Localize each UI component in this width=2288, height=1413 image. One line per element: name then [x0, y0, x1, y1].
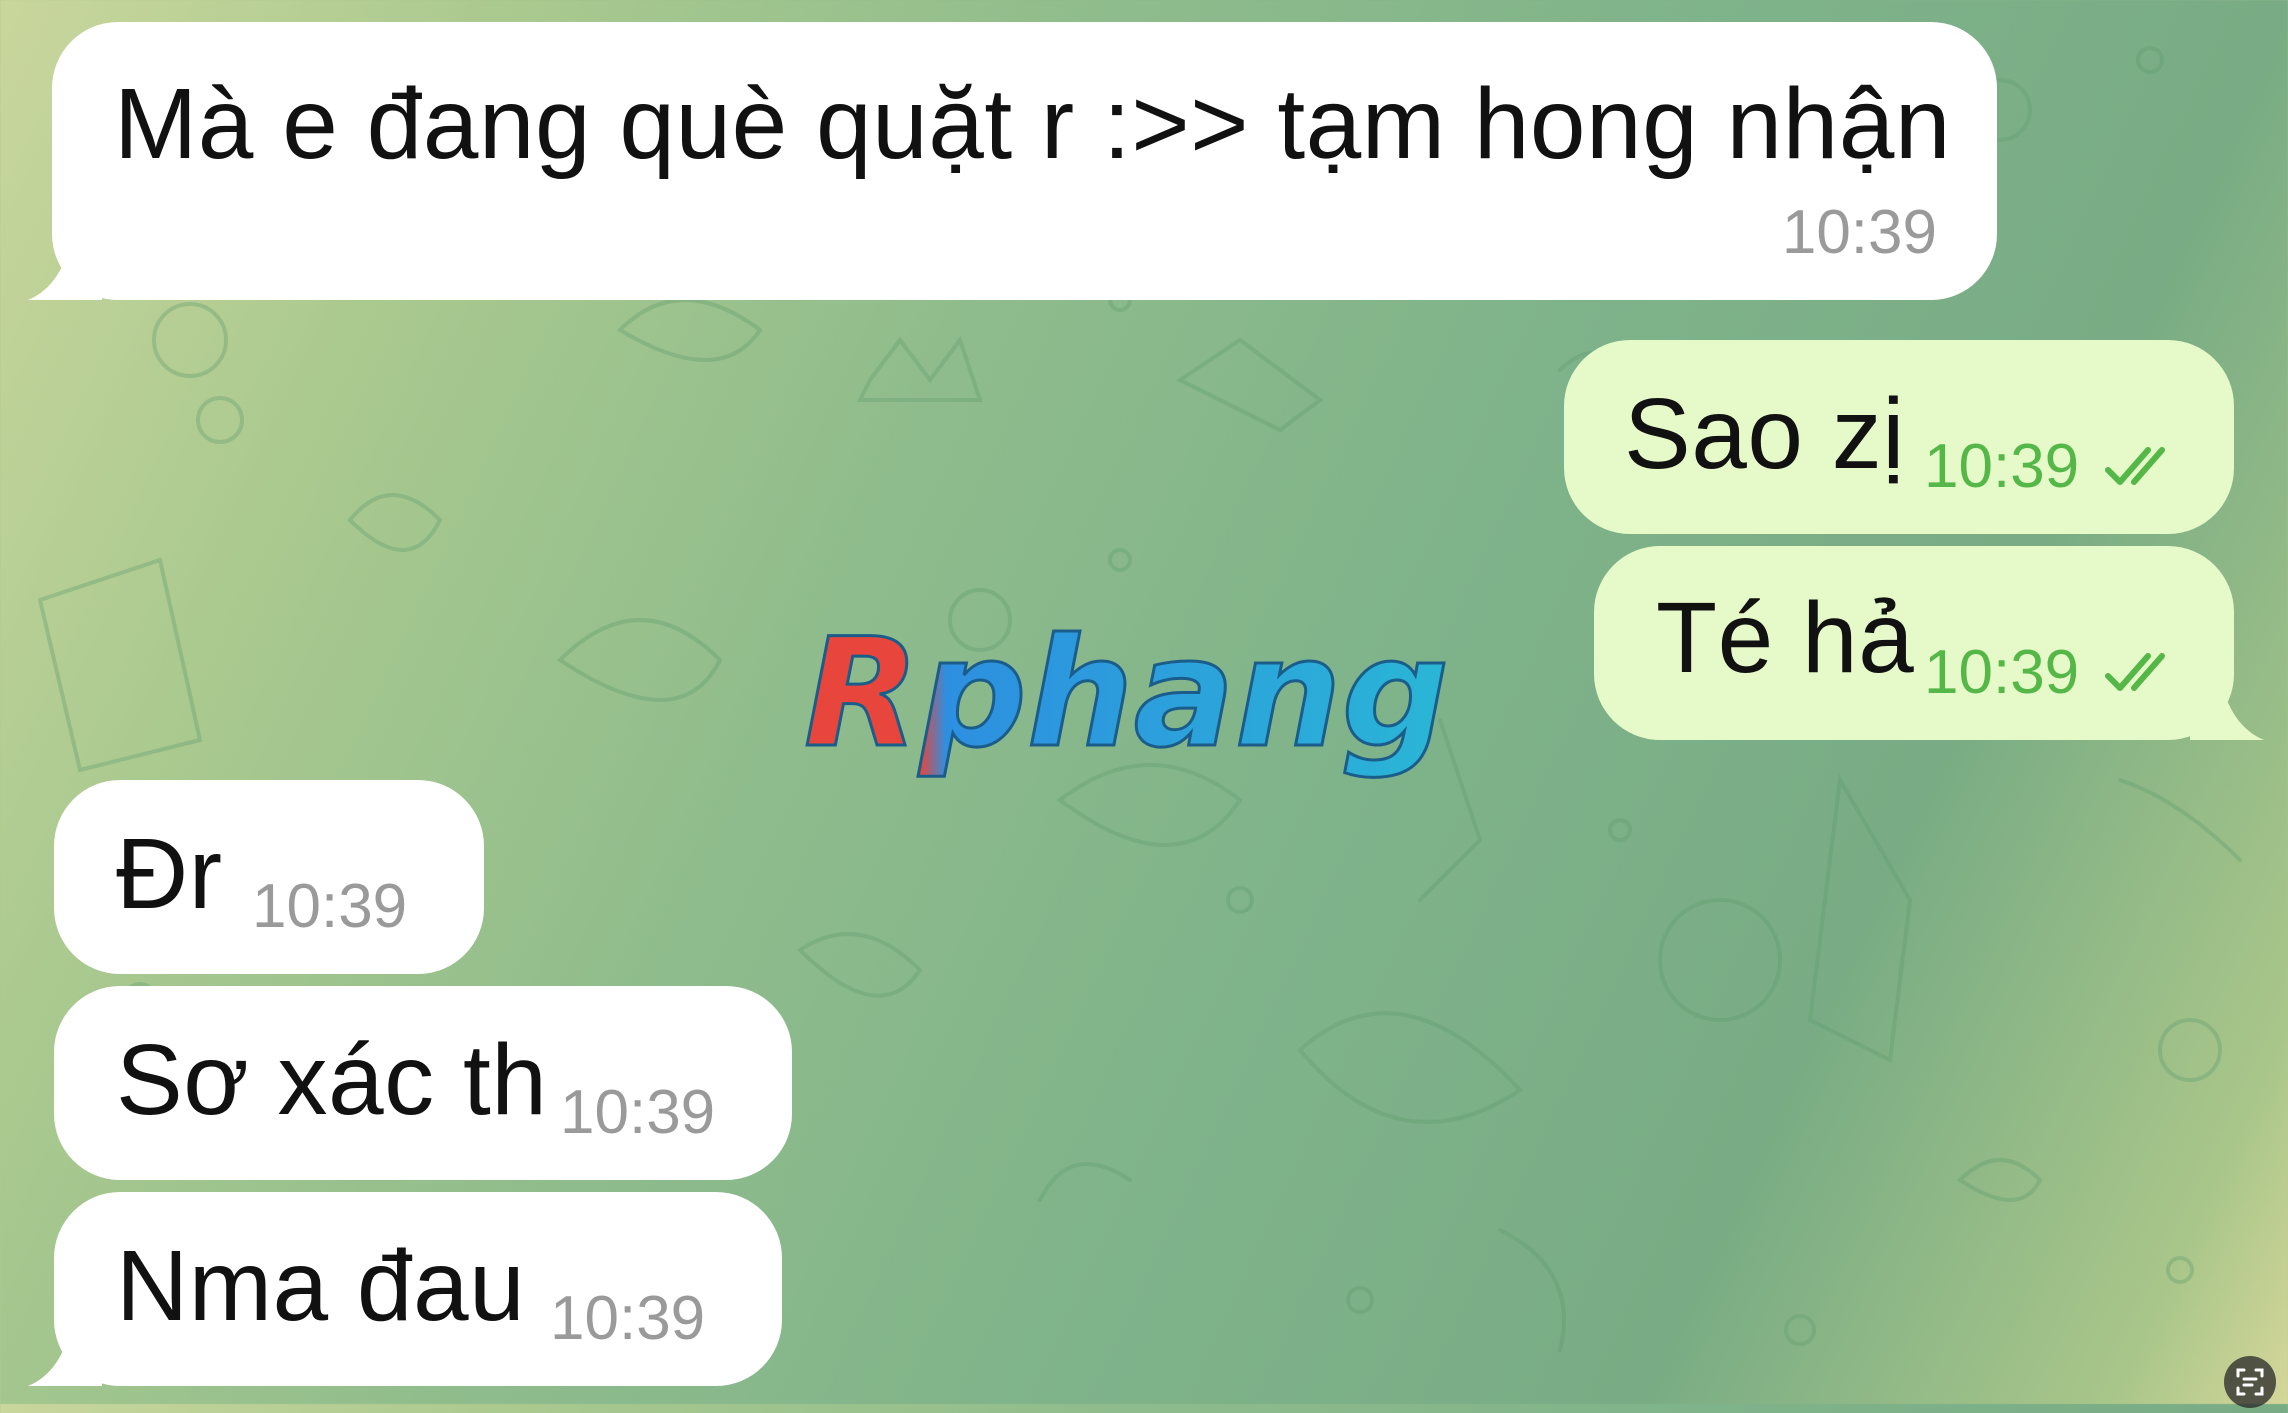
double-check-icon	[2105, 447, 2165, 485]
bubble-tail	[28, 236, 102, 300]
scan-text-button[interactable]	[2224, 1356, 2276, 1408]
message-time: 10:39	[252, 872, 408, 941]
message-time: 10:39	[1924, 638, 2080, 707]
message-text: Mà e đang què quặt r :>> tạm hong nhận	[114, 68, 1952, 180]
watermark-text: Rphang	[804, 607, 1449, 781]
message-time: 10:39	[550, 1284, 706, 1353]
watermark-logo: Rphang	[803, 606, 1451, 783]
bubble-tail	[28, 1322, 102, 1386]
bubble-tail	[2190, 676, 2264, 740]
message-bubble-incoming[interactable]: Sơ xác th 10:39	[54, 986, 792, 1180]
message-time: 10:39	[560, 1078, 716, 1147]
double-check-icon	[2105, 653, 2165, 691]
message-time: 10:39	[1781, 198, 1937, 267]
message-text: Đr	[116, 818, 223, 930]
message-time: 10:39	[1924, 432, 2080, 501]
scan-text-icon	[2236, 1368, 2264, 1396]
message-bubble-outgoing[interactable]: Sao zị 10:39	[1564, 340, 2234, 534]
message-bubble-incoming[interactable]: Nma đau 10:39	[54, 1192, 782, 1386]
message-bubble-incoming[interactable]: Đr 10:39	[54, 780, 484, 974]
message-text: Nma đau	[116, 1230, 526, 1342]
message-text: Sao zị	[1624, 378, 1905, 490]
message-text: Sơ xác th	[116, 1024, 548, 1136]
message-bubble-incoming[interactable]: Mà e đang què quặt r :>> tạm hong nhận 1…	[52, 22, 1997, 300]
message-bubble-outgoing[interactable]: Té hả 10:39	[1594, 546, 2234, 740]
message-text: Té hả	[1656, 582, 1915, 694]
